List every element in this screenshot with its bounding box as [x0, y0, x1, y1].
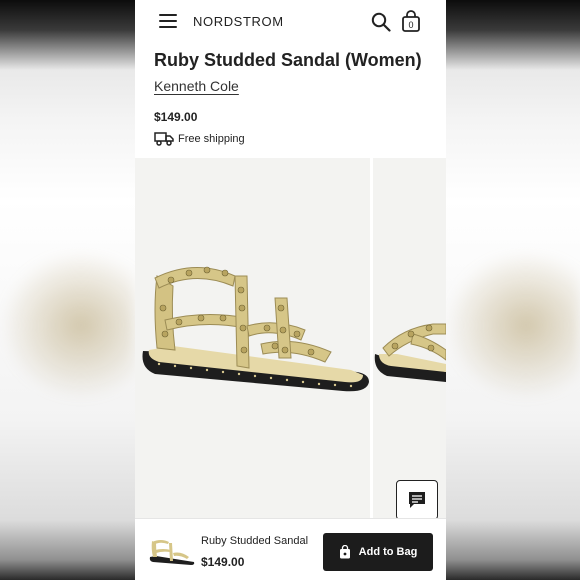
shopping-bag-icon[interactable]: 0: [401, 10, 421, 32]
add-to-bag-button[interactable]: Add to Bag: [323, 533, 433, 571]
chat-button[interactable]: [396, 480, 438, 520]
product-thumbnail: [147, 533, 195, 567]
right-blur-reflection: [445, 250, 580, 400]
add-to-bag-label: Add to Bag: [358, 546, 418, 558]
search-icon[interactable]: [371, 12, 391, 32]
sandal-illustration: [142, 266, 369, 392]
bag-count: 0: [408, 20, 413, 30]
product-image-gallery[interactable]: [135, 158, 446, 518]
bag-icon: [339, 545, 350, 559]
product-title: Ruby Studded Sandal (Women): [154, 50, 422, 70]
sandal-illustration-partial: [374, 323, 446, 382]
site-header: NORDSTROM 0: [135, 0, 446, 44]
shipping-text: Free shipping: [178, 132, 245, 145]
truck-icon: [154, 132, 174, 146]
left-blur-reflection: [0, 250, 135, 400]
brand-logo[interactable]: NORDSTROM: [193, 14, 284, 29]
product-page: NORDSTROM 0 Ruby Studded Sandal (Women) …: [135, 0, 446, 580]
menu-icon[interactable]: [159, 14, 177, 28]
product-price: $149.00: [154, 110, 198, 124]
product-image-main[interactable]: [135, 158, 370, 518]
sticky-product-name: Ruby Studded Sandal: [201, 535, 309, 547]
sticky-add-to-bag-bar: Ruby Studded Sandal $149.00 Add to Bag: [135, 518, 446, 580]
sticky-product-price: $149.00: [201, 555, 245, 569]
product-brand-link[interactable]: Kenneth Cole: [154, 78, 239, 94]
chat-icon: [409, 492, 425, 508]
shipping-info: Free shipping: [154, 131, 245, 146]
product-image-next[interactable]: [373, 158, 446, 518]
